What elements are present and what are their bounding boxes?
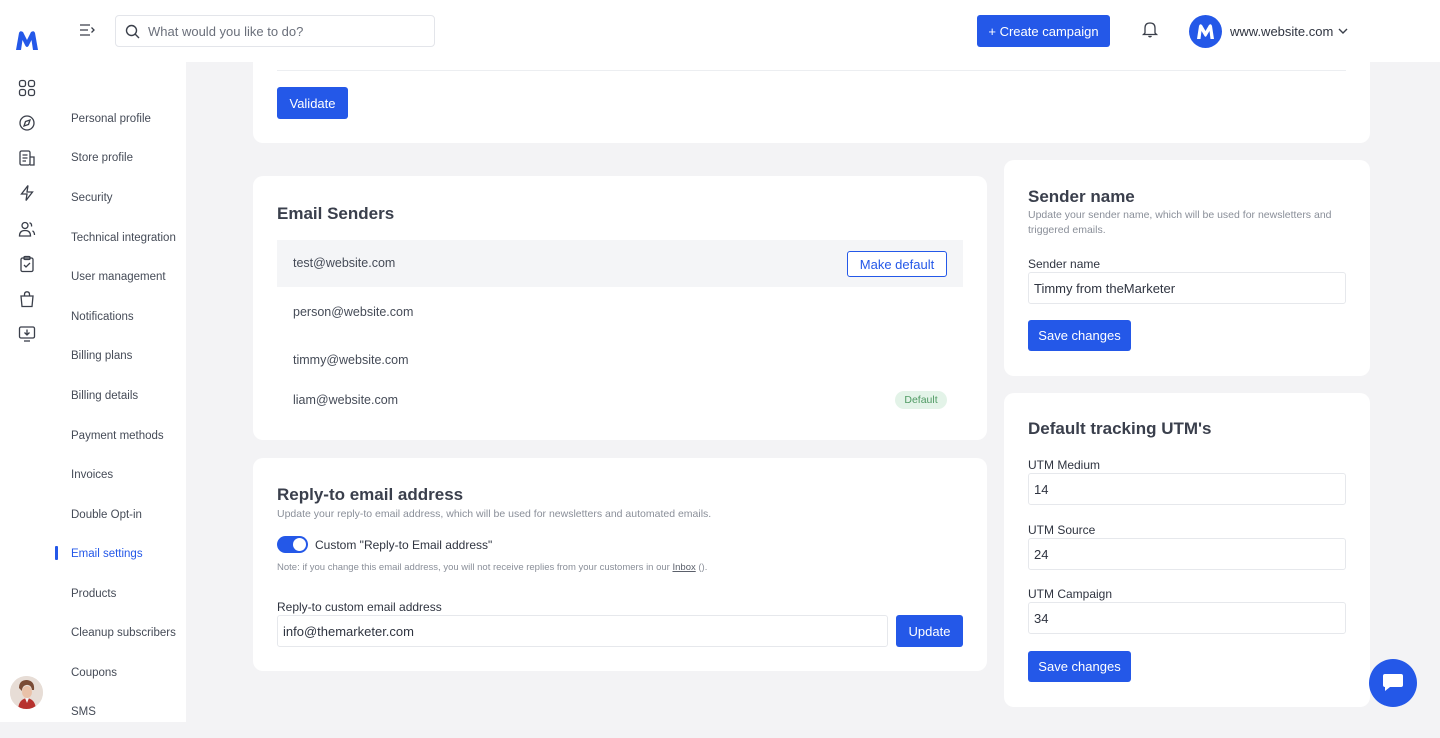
utm-card: Default tracking UTM's UTM Medium UTM So…	[1004, 393, 1370, 707]
utm-source-input[interactable]	[1028, 538, 1346, 570]
active-nav-marker	[55, 546, 58, 560]
nav-item-products[interactable]: Products	[71, 588, 116, 600]
utm-medium-input[interactable]	[1028, 473, 1346, 505]
grid-icon[interactable]	[16, 77, 38, 99]
nav-item-personal-profile[interactable]: Personal profile	[71, 113, 151, 125]
reply-to-note: Note: if you change this email address, …	[277, 562, 707, 573]
utm-title: Default tracking UTM's	[1028, 419, 1212, 438]
sender-name-input[interactable]	[1028, 272, 1346, 304]
user-avatar[interactable]	[10, 676, 43, 709]
sender-name-title: Sender name	[1028, 187, 1135, 206]
compass-icon[interactable]	[16, 112, 38, 134]
nav-item-sms[interactable]: SMS	[71, 706, 96, 718]
nav-item-store-profile[interactable]: Store profile	[71, 152, 133, 164]
nav-item-billing-plans[interactable]: Billing plans	[71, 350, 132, 362]
utm-medium-label: UTM Medium	[1028, 458, 1101, 472]
utm-source-label: UTM Source	[1028, 523, 1096, 537]
nav-item-notifications[interactable]: Notifications	[71, 311, 134, 323]
nav-item-email-settings[interactable]: Email settings	[71, 548, 143, 560]
default-badge: Default	[895, 391, 947, 409]
sender-name-card: Sender name Update your sender name, whi…	[1004, 160, 1370, 376]
sender-row[interactable]: person@website.com	[277, 288, 963, 335]
account-site-name[interactable]: www.website.com	[1230, 24, 1333, 39]
utm-campaign-label: UTM Campaign	[1028, 587, 1113, 601]
save-utm-button[interactable]: Save changes	[1028, 651, 1131, 682]
make-default-button[interactable]: Make default	[847, 251, 947, 277]
search-input[interactable]	[148, 16, 428, 46]
validate-button[interactable]: Validate	[277, 87, 348, 119]
account-avatar[interactable]	[1189, 15, 1222, 48]
reply-to-email-input[interactable]	[277, 615, 888, 647]
nav-item-billing-details[interactable]: Billing details	[71, 390, 138, 402]
sender-name-label: Sender name	[1028, 257, 1101, 271]
nav-item-invoices[interactable]: Invoices	[71, 469, 113, 481]
validate-card: Validate	[253, 50, 1370, 143]
email-senders-card: Email Senders test@website.com Make defa…	[253, 176, 987, 440]
search-box[interactable]	[115, 15, 435, 47]
clipboard-icon[interactable]	[16, 253, 38, 275]
utm-campaign-input[interactable]	[1028, 602, 1346, 634]
toggle-knob	[293, 538, 306, 551]
document-icon[interactable]	[16, 147, 38, 169]
inbox-link[interactable]: Inbox	[672, 562, 695, 573]
note-suffix: ().	[695, 562, 708, 573]
download-icon[interactable]	[16, 323, 38, 345]
toggle-label: Custom "Reply-to Email address"	[315, 538, 493, 552]
users-icon[interactable]	[16, 218, 38, 240]
nav-item-user-management[interactable]: User management	[71, 271, 166, 283]
chat-support-button[interactable]	[1369, 659, 1417, 707]
chat-icon	[1383, 674, 1403, 691]
reply-to-description: Update your reply-to email address, whic…	[277, 508, 712, 520]
shopping-bag-icon[interactable]	[16, 288, 38, 310]
menu-toggle-icon[interactable]	[79, 22, 95, 38]
lightning-icon[interactable]	[16, 182, 38, 204]
reply-to-field-label: Reply-to custom email address	[277, 600, 442, 614]
nav-item-technical-integration[interactable]: Technical integration	[71, 232, 176, 244]
nav-item-payment-methods[interactable]: Payment methods	[71, 430, 164, 442]
reply-to-card: Reply-to email address Update your reply…	[253, 458, 987, 671]
custom-reply-to-toggle[interactable]	[277, 536, 308, 553]
logo-icon[interactable]	[14, 29, 40, 53]
note-text: Note: if you change this email address, …	[277, 562, 673, 573]
create-campaign-button[interactable]: + Create campaign	[977, 15, 1110, 47]
sender-email: liam@website.com	[293, 393, 399, 407]
nav-item-security[interactable]: Security	[71, 192, 113, 204]
settings-nav: Personal profile Store profile Security …	[55, 62, 186, 722]
search-icon	[125, 24, 140, 39]
sender-row[interactable]: liam@website.com Default	[277, 376, 963, 423]
nav-item-double-opt-in[interactable]: Double Opt-in	[71, 509, 142, 521]
nav-item-cleanup-subscribers[interactable]: Cleanup subscribers	[71, 627, 176, 639]
chevron-down-icon[interactable]	[1338, 27, 1348, 35]
nav-item-coupons[interactable]: Coupons	[71, 667, 117, 679]
bell-icon[interactable]	[1141, 20, 1159, 38]
icon-rail	[0, 0, 55, 722]
divider	[277, 70, 1346, 71]
update-button[interactable]: Update	[896, 615, 963, 647]
reply-to-title: Reply-to email address	[277, 485, 464, 504]
sender-row[interactable]: test@website.com Make default	[277, 240, 963, 287]
sender-email: test@website.com	[293, 256, 396, 270]
email-senders-title: Email Senders	[277, 204, 395, 223]
save-changes-button[interactable]: Save changes	[1028, 320, 1131, 351]
sender-email: timmy@website.com	[293, 353, 409, 367]
sender-email: person@website.com	[293, 305, 414, 319]
sender-name-description: Update your sender name, which will be u…	[1028, 209, 1332, 236]
